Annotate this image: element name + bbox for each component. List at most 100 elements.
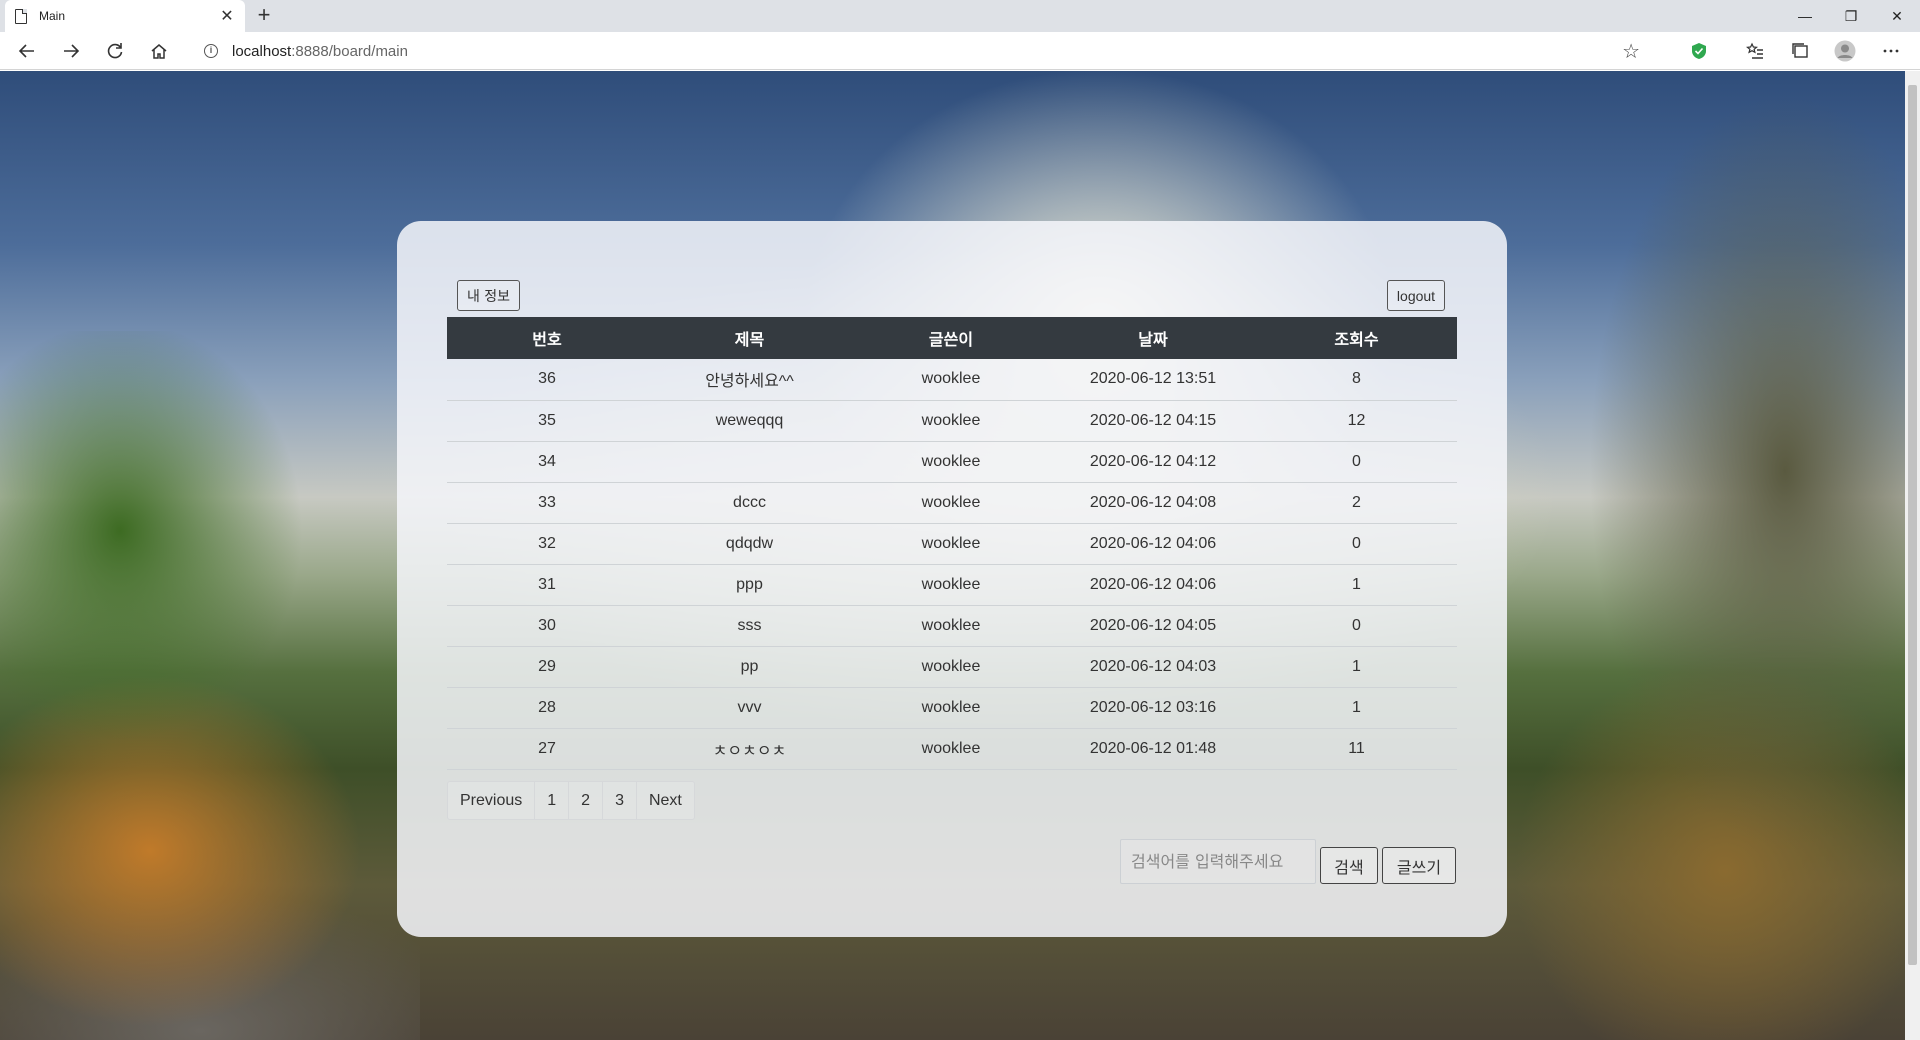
browser-tab[interactable]: Main ✕ (5, 0, 245, 32)
post-title-link[interactable]: weweqqq (647, 400, 852, 442)
browser-tab-strip: Main ✕ + — ❐ ✕ (0, 0, 1920, 32)
table-row[interactable]: 32 qdqdw wooklee 2020-06-12 04:06 0 (447, 523, 1457, 565)
post-number: 28 (447, 687, 647, 729)
board-panel: 내 정보 logout 번호 제목 글쓴이 날짜 조회수 36 안녕하세요^^ … (397, 221, 1507, 937)
post-title-link[interactable]: pp (647, 646, 852, 688)
table-row[interactable]: 29 pp wooklee 2020-06-12 04:03 1 (447, 646, 1457, 688)
pagination: Previous 1 2 3 Next (447, 781, 695, 820)
header-date: 날짜 (1050, 317, 1256, 359)
post-date: 2020-06-12 03:16 (1050, 687, 1256, 729)
new-tab-button[interactable]: + (252, 4, 276, 28)
table-header-row: 번호 제목 글쓴이 날짜 조회수 (447, 317, 1457, 359)
post-views: 1 (1256, 564, 1457, 606)
header-views: 조회수 (1256, 317, 1457, 359)
post-views: 12 (1256, 400, 1457, 442)
table-row[interactable]: 34 wooklee 2020-06-12 04:12 0 (447, 441, 1457, 483)
post-views: 1 (1256, 687, 1457, 729)
favorites-icon[interactable] (1741, 37, 1769, 65)
post-number: 27 (447, 728, 647, 770)
post-title-link[interactable] (647, 441, 852, 483)
page-icon (15, 8, 27, 24)
table-row[interactable]: 27 ㅊㅇㅊㅇㅊ wooklee 2020-06-12 01:48 11 (447, 728, 1457, 770)
logout-button[interactable]: logout (1387, 280, 1445, 311)
table-row[interactable]: 33 dccc wooklee 2020-06-12 04:08 2 (447, 482, 1457, 524)
post-views: 11 (1256, 728, 1457, 770)
post-title-link[interactable]: ppp (647, 564, 852, 606)
browser-toolbar: i localhost:8888/board/main ☆ (0, 32, 1920, 70)
my-info-button[interactable]: 내 정보 (457, 280, 520, 311)
post-title-link[interactable]: dccc (647, 482, 852, 524)
close-tab-icon[interactable]: ✕ (219, 6, 235, 26)
restore-button[interactable]: ❐ (1828, 0, 1874, 32)
post-date: 2020-06-12 13:51 (1050, 359, 1256, 401)
post-date: 2020-06-12 04:03 (1050, 646, 1256, 688)
post-writer: wooklee (852, 646, 1050, 688)
more-menu-icon[interactable] (1877, 37, 1905, 65)
table-row[interactable]: 35 weweqqq wooklee 2020-06-12 04:15 12 (447, 400, 1457, 442)
post-date: 2020-06-12 04:08 (1050, 482, 1256, 524)
page-next-button[interactable]: Next (635, 781, 695, 820)
post-date: 2020-06-12 04:15 (1050, 400, 1256, 442)
page-3-button[interactable]: 3 (602, 781, 637, 820)
post-writer: wooklee (852, 441, 1050, 483)
post-title-link[interactable]: sss (647, 605, 852, 647)
header-title: 제목 (647, 317, 852, 359)
table-row[interactable]: 31 ppp wooklee 2020-06-12 04:06 1 (447, 564, 1457, 606)
write-post-button[interactable]: 글쓰기 (1382, 847, 1456, 884)
post-writer: wooklee (852, 728, 1050, 770)
post-views: 2 (1256, 482, 1457, 524)
post-number: 29 (447, 646, 647, 688)
table-row[interactable]: 28 vvv wooklee 2020-06-12 03:16 1 (447, 687, 1457, 729)
url-text: localhost:8888/board/main (232, 43, 408, 60)
url-path: :8888/board/main (291, 42, 408, 60)
search-input[interactable] (1120, 839, 1316, 884)
window-controls: — ❐ ✕ (1782, 0, 1920, 32)
post-number: 30 (447, 605, 647, 647)
site-info-icon[interactable]: i (204, 44, 218, 58)
post-title-link[interactable]: qdqdw (647, 523, 852, 565)
post-date: 2020-06-12 01:48 (1050, 728, 1256, 770)
post-number: 32 (447, 523, 647, 565)
post-title-link[interactable]: 안녕하세요^^ (647, 359, 852, 401)
favorite-star-icon[interactable]: ☆ (1622, 39, 1640, 64)
post-number: 35 (447, 400, 647, 442)
post-writer: wooklee (852, 359, 1050, 401)
post-writer: wooklee (852, 564, 1050, 606)
post-views: 0 (1256, 523, 1457, 565)
page-scrollbar[interactable] (1905, 71, 1920, 1040)
post-views: 0 (1256, 605, 1457, 647)
url-host: localhost (232, 42, 292, 60)
header-writer: 글쓴이 (852, 317, 1050, 359)
address-bar[interactable]: i localhost:8888/board/main ☆ (188, 36, 1648, 66)
table-row[interactable]: 36 안녕하세요^^ wooklee 2020-06-12 13:51 8 (447, 359, 1457, 401)
post-title-link[interactable]: vvv (647, 687, 852, 729)
page-previous-button[interactable]: Previous (447, 781, 536, 820)
scrollbar-thumb[interactable] (1908, 85, 1917, 965)
shield-extension-icon[interactable] (1685, 37, 1713, 65)
page-viewport: 내 정보 logout 번호 제목 글쓴이 날짜 조회수 36 안녕하세요^^ … (0, 71, 1905, 1040)
post-date: 2020-06-12 04:12 (1050, 441, 1256, 483)
post-date: 2020-06-12 04:05 (1050, 605, 1256, 647)
profile-avatar-icon[interactable] (1831, 37, 1859, 65)
refresh-icon[interactable] (101, 37, 129, 65)
table-row[interactable]: 30 sss wooklee 2020-06-12 04:05 0 (447, 605, 1457, 647)
back-icon[interactable] (13, 37, 41, 65)
post-date: 2020-06-12 04:06 (1050, 523, 1256, 565)
collections-icon[interactable] (1786, 37, 1814, 65)
minimize-button[interactable]: — (1782, 0, 1828, 32)
post-number: 36 (447, 359, 647, 401)
post-number: 31 (447, 564, 647, 606)
post-writer: wooklee (852, 523, 1050, 565)
close-window-button[interactable]: ✕ (1874, 0, 1920, 32)
forward-icon[interactable] (57, 37, 85, 65)
home-icon[interactable] (145, 37, 173, 65)
post-title-link[interactable]: ㅊㅇㅊㅇㅊ (647, 728, 852, 770)
post-writer: wooklee (852, 605, 1050, 647)
page-2-button[interactable]: 2 (568, 781, 604, 820)
post-views: 1 (1256, 646, 1457, 688)
page-1-button[interactable]: 1 (534, 781, 570, 820)
post-writer: wooklee (852, 482, 1050, 524)
post-number: 33 (447, 482, 647, 524)
header-number: 번호 (447, 317, 647, 359)
search-button[interactable]: 검색 (1320, 847, 1378, 884)
